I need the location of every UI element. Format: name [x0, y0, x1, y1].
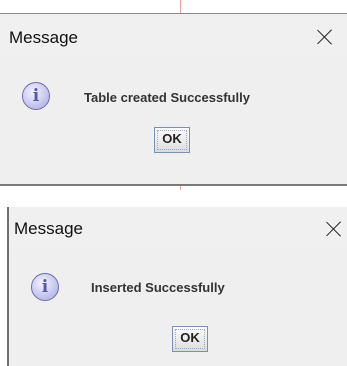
dialog-titlebar[interactable]: Message — [0, 14, 347, 57]
message-dialog-table-created: Message i Table created Successfully OK — [0, 13, 347, 186]
info-icon-glyph: i — [32, 86, 40, 106]
close-icon[interactable] — [316, 28, 334, 46]
ok-button[interactable]: OK — [172, 326, 208, 352]
info-icon-glyph: i — [41, 277, 49, 297]
message-dialog-inserted: Message i Inserted Successfully OK — [7, 207, 347, 366]
close-icon[interactable] — [325, 220, 343, 238]
dialog-titlebar[interactable]: Message — [9, 207, 347, 250]
screenshot-canvas: Message i Table created Successfully OK … — [0, 0, 347, 366]
dialog-title: Message — [14, 219, 83, 238]
info-icon: i — [31, 273, 59, 301]
dialog-message: Inserted Successfully — [91, 280, 225, 295]
background-divider-line — [180, 186, 181, 190]
ok-button[interactable]: OK — [154, 127, 190, 153]
dialog-message: Table created Successfully — [84, 90, 250, 105]
background-divider-line — [180, 0, 181, 13]
info-icon: i — [22, 82, 50, 110]
dialog-title: Message — [9, 28, 78, 47]
